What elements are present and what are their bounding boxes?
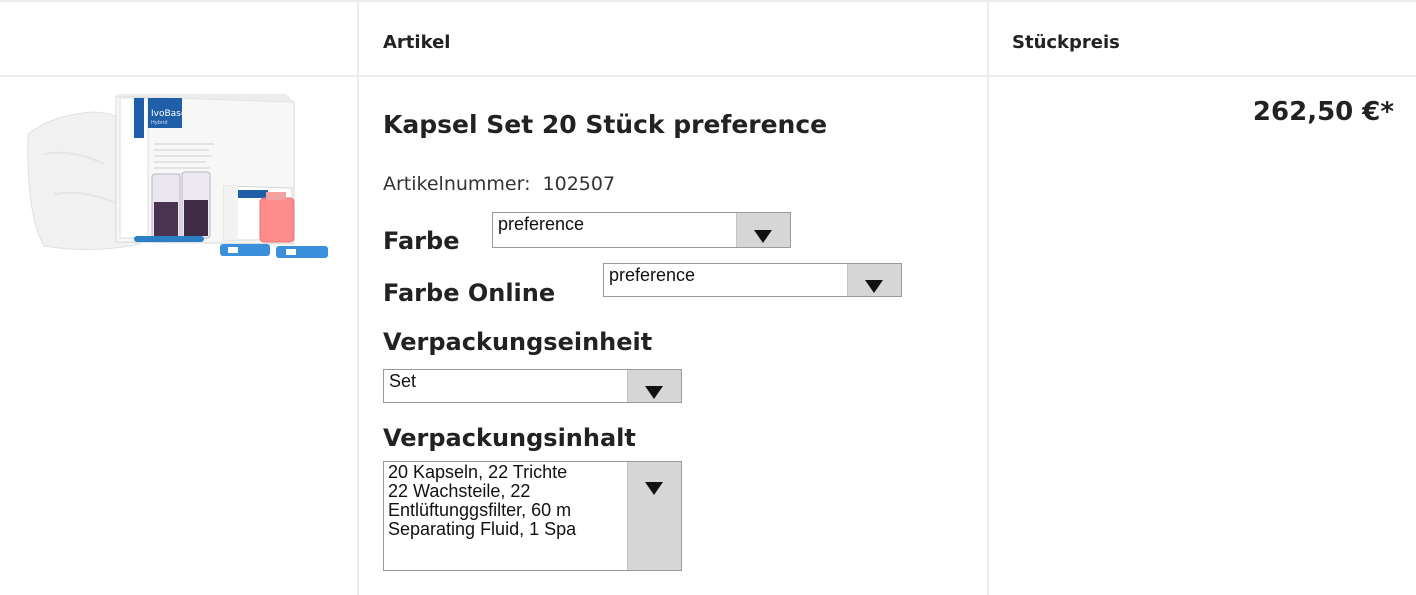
column-header-unit-price: Stückpreis [1012,32,1120,53]
package-content-select[interactable]: 20 Kapseln, 22 Trichte 22 Wachsteile, 22… [383,461,682,571]
column-header-article: Artikel [383,32,451,53]
color-online-label: Farbe Online [383,279,556,307]
svg-text:Hybrid: Hybrid [151,120,168,126]
article-number-value: 102507 [542,173,616,195]
chevron-down-icon[interactable] [736,213,790,247]
package-unit-select-value: Set [389,371,417,391]
column-divider-2 [987,0,989,595]
package-content-line: 20 Kapseln, 22 Trichte [388,463,568,482]
top-border [0,0,1416,2]
chevron-down-icon[interactable] [847,264,901,296]
color-label: Farbe [383,227,460,255]
chevron-down-icon[interactable] [627,370,681,402]
package-content-value: 20 Kapseln, 22 Trichte 22 Wachsteile, 22… [388,463,627,539]
package-content-line: Separating Fluid, 1 Spa [388,520,577,539]
article-number: Artikelnummer: 102507 [383,173,615,195]
color-online-select-value: preference [609,265,696,285]
package-unit-select[interactable]: Set [383,369,682,403]
unit-price: 262,50 €* [1252,97,1394,127]
column-divider-1 [357,0,359,595]
package-content-line: 22 Wachsteile, 22 [388,482,531,501]
article-number-label: Artikelnummer: [383,173,531,195]
cart-table-grid [0,0,1416,595]
product-image[interactable]: IvoBase Hybrid [24,94,336,260]
chevron-down-icon[interactable] [627,462,681,570]
color-online-select[interactable]: preference [603,263,902,297]
package-content-line: Entlüftunggsfilter, 60 m [388,501,572,520]
package-unit-label: Verpackungseinheit [383,328,653,356]
svg-text:IvoBase: IvoBase [151,109,187,119]
header-divider [0,75,1416,77]
color-select[interactable]: preference [492,212,791,248]
package-content-label: Verpackungsinhalt [383,424,636,452]
color-select-value: preference [498,214,585,234]
product-title[interactable]: Kapsel Set 20 Stück preference [383,110,827,139]
